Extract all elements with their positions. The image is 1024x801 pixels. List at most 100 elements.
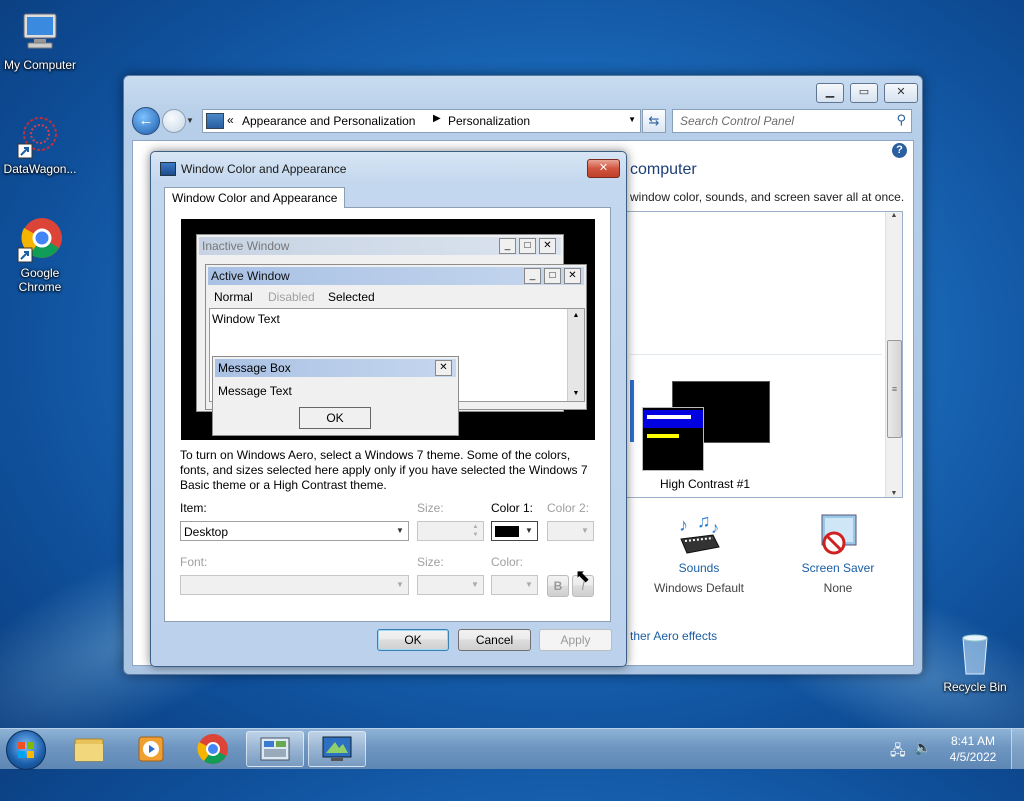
minimize-button[interactable]: ▁	[816, 83, 844, 103]
help-icon[interactable]: ?	[892, 143, 907, 158]
sounds-item[interactable]: ♪ ♫ ♪ Sounds Windows Default	[639, 511, 759, 595]
breadcrumb-current[interactable]: Personalization	[448, 114, 530, 128]
taskbar-control-panel[interactable]	[246, 731, 304, 767]
recent-pages-dropdown[interactable]: ▼	[186, 116, 194, 125]
aero-effects-link[interactable]: ther Aero effects	[630, 629, 717, 643]
preview-inactive-title-text: Inactive Window	[202, 239, 290, 253]
size-spinner: ▲ ▼	[417, 521, 484, 541]
ok-button[interactable]: OK	[377, 629, 449, 651]
desktop-icon-datawagon[interactable]: DataWagon...	[0, 112, 80, 176]
minimize-icon: _	[499, 238, 516, 254]
address-bar[interactable]: « Appearance and Personalization ▶ Perso…	[202, 109, 641, 133]
search-placeholder: Search Control Panel	[680, 114, 795, 128]
apply-button: Apply	[539, 629, 612, 651]
datawagon-icon	[16, 112, 64, 160]
search-icon: ⚲	[896, 112, 906, 127]
theme-selection-edge	[630, 380, 634, 442]
svg-text:♪: ♪	[679, 515, 688, 535]
color1-picker[interactable]: ▼	[491, 521, 538, 541]
breadcrumb-root[interactable]: Appearance and Personalization	[242, 114, 415, 128]
dialog-title: Window Color and Appearance	[181, 162, 347, 176]
screen-saver-item[interactable]: Screen Saver None	[778, 513, 898, 595]
desktop-icon-recycle-bin[interactable]: Recycle Bin	[935, 630, 1015, 694]
sounds-label[interactable]: Sounds	[639, 561, 759, 575]
theme-thumbnail[interactable]	[642, 381, 770, 471]
taskbar: 🖧 🔈 8:41 AM 4/5/2022	[0, 728, 1024, 770]
chevron-down-icon: ▼	[525, 526, 533, 535]
preview-msgbox-title: Message Box	[215, 359, 456, 377]
chevron-down-icon: ▼	[396, 526, 404, 535]
network-icon[interactable]: 🖧	[890, 740, 906, 764]
forward-button[interactable]	[162, 109, 186, 133]
maximize-icon: □	[519, 238, 536, 254]
spinner-arrows-icon: ▲ ▼	[472, 524, 479, 538]
theme-list-divider	[630, 354, 882, 355]
close-icon: ✕	[435, 360, 452, 376]
desktop-icon-label: DataWagon...	[3, 162, 77, 176]
window-color-dialog: Window Color and Appearance ✕ Window Col…	[150, 151, 627, 667]
sounds-value: Windows Default	[653, 581, 745, 595]
item-label: Item:	[180, 501, 207, 515]
svg-text:♪: ♪	[711, 520, 719, 537]
chevron-down-icon: ▼	[471, 580, 479, 589]
back-button[interactable]: ←	[132, 107, 160, 135]
clock[interactable]: 8:41 AM 4/5/2022	[940, 733, 1006, 765]
item-select[interactable]: Desktop ▼	[180, 521, 409, 541]
volume-icon[interactable]: 🔈	[914, 739, 931, 756]
close-icon: ✕	[564, 268, 581, 284]
cancel-button[interactable]: Cancel	[458, 629, 531, 651]
info-text: To turn on Windows Aero, select a Window…	[180, 448, 588, 492]
clock-time: 8:41 AM	[950, 734, 996, 748]
font-size-label: Size:	[417, 555, 444, 569]
maximize-button[interactable]: ▭	[850, 83, 878, 103]
chevron-down-icon: ▼	[396, 580, 404, 589]
show-desktop-button[interactable]	[1011, 729, 1024, 769]
color1-label: Color 1:	[491, 501, 534, 515]
mouse-cursor-icon: ⬉	[575, 566, 591, 586]
folder-icon	[74, 738, 104, 762]
taskbar-window-color[interactable]	[308, 731, 366, 767]
taskbar-explorer[interactable]	[60, 731, 118, 767]
desktop-icon-chrome[interactable]: Google Chrome	[0, 216, 80, 294]
color2-picker: ▼	[547, 521, 594, 541]
taskbar-media-player[interactable]	[122, 731, 180, 767]
preview-menu-selected: Selected	[328, 290, 375, 304]
dialog-close-button[interactable]: ✕	[587, 159, 620, 178]
tab-window-color[interactable]: Window Color and Appearance	[164, 187, 346, 208]
minimize-icon: _	[524, 268, 541, 284]
chevron-down-icon: ▼	[525, 580, 533, 589]
taskbar-chrome[interactable]	[184, 731, 242, 767]
chevron-down-icon: ▼	[581, 526, 589, 535]
search-input[interactable]: Search Control Panel ⚲	[672, 109, 912, 133]
start-button[interactable]	[6, 730, 46, 770]
breadcrumb-chevron: «	[227, 113, 234, 127]
desktop-icon-label: Recycle Bin	[943, 680, 1007, 694]
close-icon: ✕	[539, 238, 556, 254]
media-player-icon	[138, 736, 164, 762]
preview-msgbox-title-text: Message Box	[218, 361, 291, 375]
appearance-preview[interactable]: Inactive Window _ □ ✕ Active Window _ □ …	[181, 219, 595, 440]
font-label: Font:	[180, 555, 208, 569]
computer-icon	[16, 8, 64, 56]
font-select: ▼	[180, 575, 409, 595]
refresh-button[interactable]: ⇆	[642, 109, 666, 133]
preview-message-box: Message Box ✕ Message Text OK	[212, 356, 459, 436]
item-select-value: Desktop	[184, 525, 229, 539]
control-panel-icon	[206, 113, 224, 129]
music-notes-icon: ♪ ♫ ♪	[673, 511, 725, 559]
bold-button: B	[547, 575, 569, 597]
font-size-select: ▼	[417, 575, 484, 595]
chrome-icon	[197, 734, 228, 764]
theme-list: High Contrast #1 ▲ ≡ ▼	[625, 211, 903, 498]
close-button[interactable]: ✕	[884, 83, 918, 103]
address-dropdown-icon[interactable]: ▼	[628, 115, 636, 124]
screen-saver-label[interactable]: Screen Saver	[778, 561, 898, 575]
scrollbar-thumb[interactable]: ≡	[887, 340, 902, 438]
preview-active-title-text: Active Window	[211, 269, 290, 283]
display-settings-icon	[322, 736, 352, 761]
desktop-icon-my-computer[interactable]: My Computer	[0, 8, 80, 72]
theme-list-scrollbar[interactable]: ▲ ≡ ▼	[885, 212, 902, 497]
breadcrumb-separator: ▶	[433, 113, 441, 124]
desktop-icon-label: Google Chrome	[18, 266, 62, 294]
size-label: Size:	[417, 501, 444, 515]
